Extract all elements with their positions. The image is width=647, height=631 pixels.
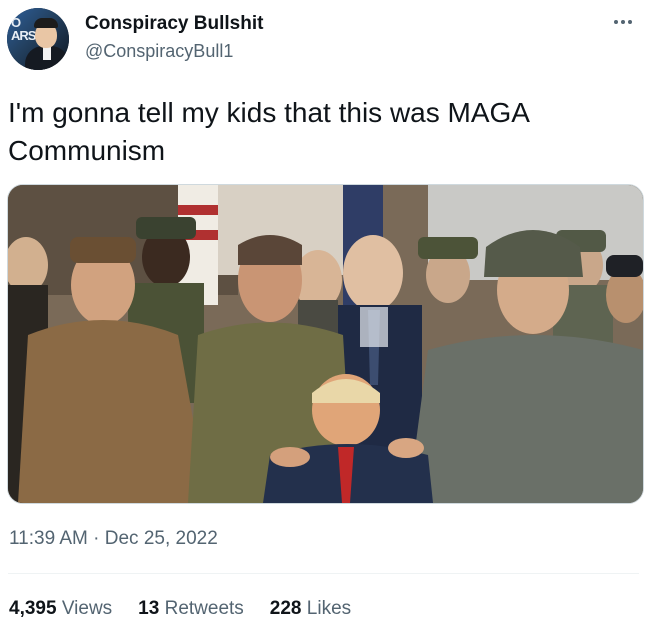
retweets-label: Retweets	[164, 598, 244, 619]
tweet-time: 11:39 AM	[9, 528, 88, 549]
avatar-logo: O ARS	[11, 15, 36, 43]
tweet-photo[interactable]	[7, 184, 644, 504]
photo-illustration	[8, 185, 643, 503]
tweet-date: Dec 25, 2022	[104, 528, 218, 549]
tweet-text: I'm gonna tell my kids that this was MAG…	[8, 97, 530, 166]
likes-label: Likes	[306, 598, 352, 619]
more-options-icon[interactable]	[609, 8, 637, 36]
author-display-name[interactable]: Conspiracy Bullshit	[85, 13, 263, 35]
views-label: Views	[61, 598, 113, 619]
views-count: 4,395	[9, 598, 57, 619]
tweet-stats: 4,395 Views 13 Retweets 228 Likes	[9, 598, 351, 620]
timestamp-separator: ·	[93, 528, 100, 549]
divider	[8, 573, 639, 574]
retweets-stat[interactable]: 13 Retweets	[138, 598, 244, 620]
likes-count: 228	[269, 598, 302, 619]
views-stat: 4,395 Views	[9, 598, 112, 620]
tweet-timestamp[interactable]: 11:39 AM · Dec 25, 2022	[9, 528, 218, 550]
author-handle[interactable]: @ConspiracyBull1	[85, 41, 233, 62]
likes-stat[interactable]: 228 Likes	[270, 598, 351, 620]
author-avatar[interactable]: O ARS	[7, 8, 69, 70]
retweets-count: 13	[138, 598, 160, 619]
